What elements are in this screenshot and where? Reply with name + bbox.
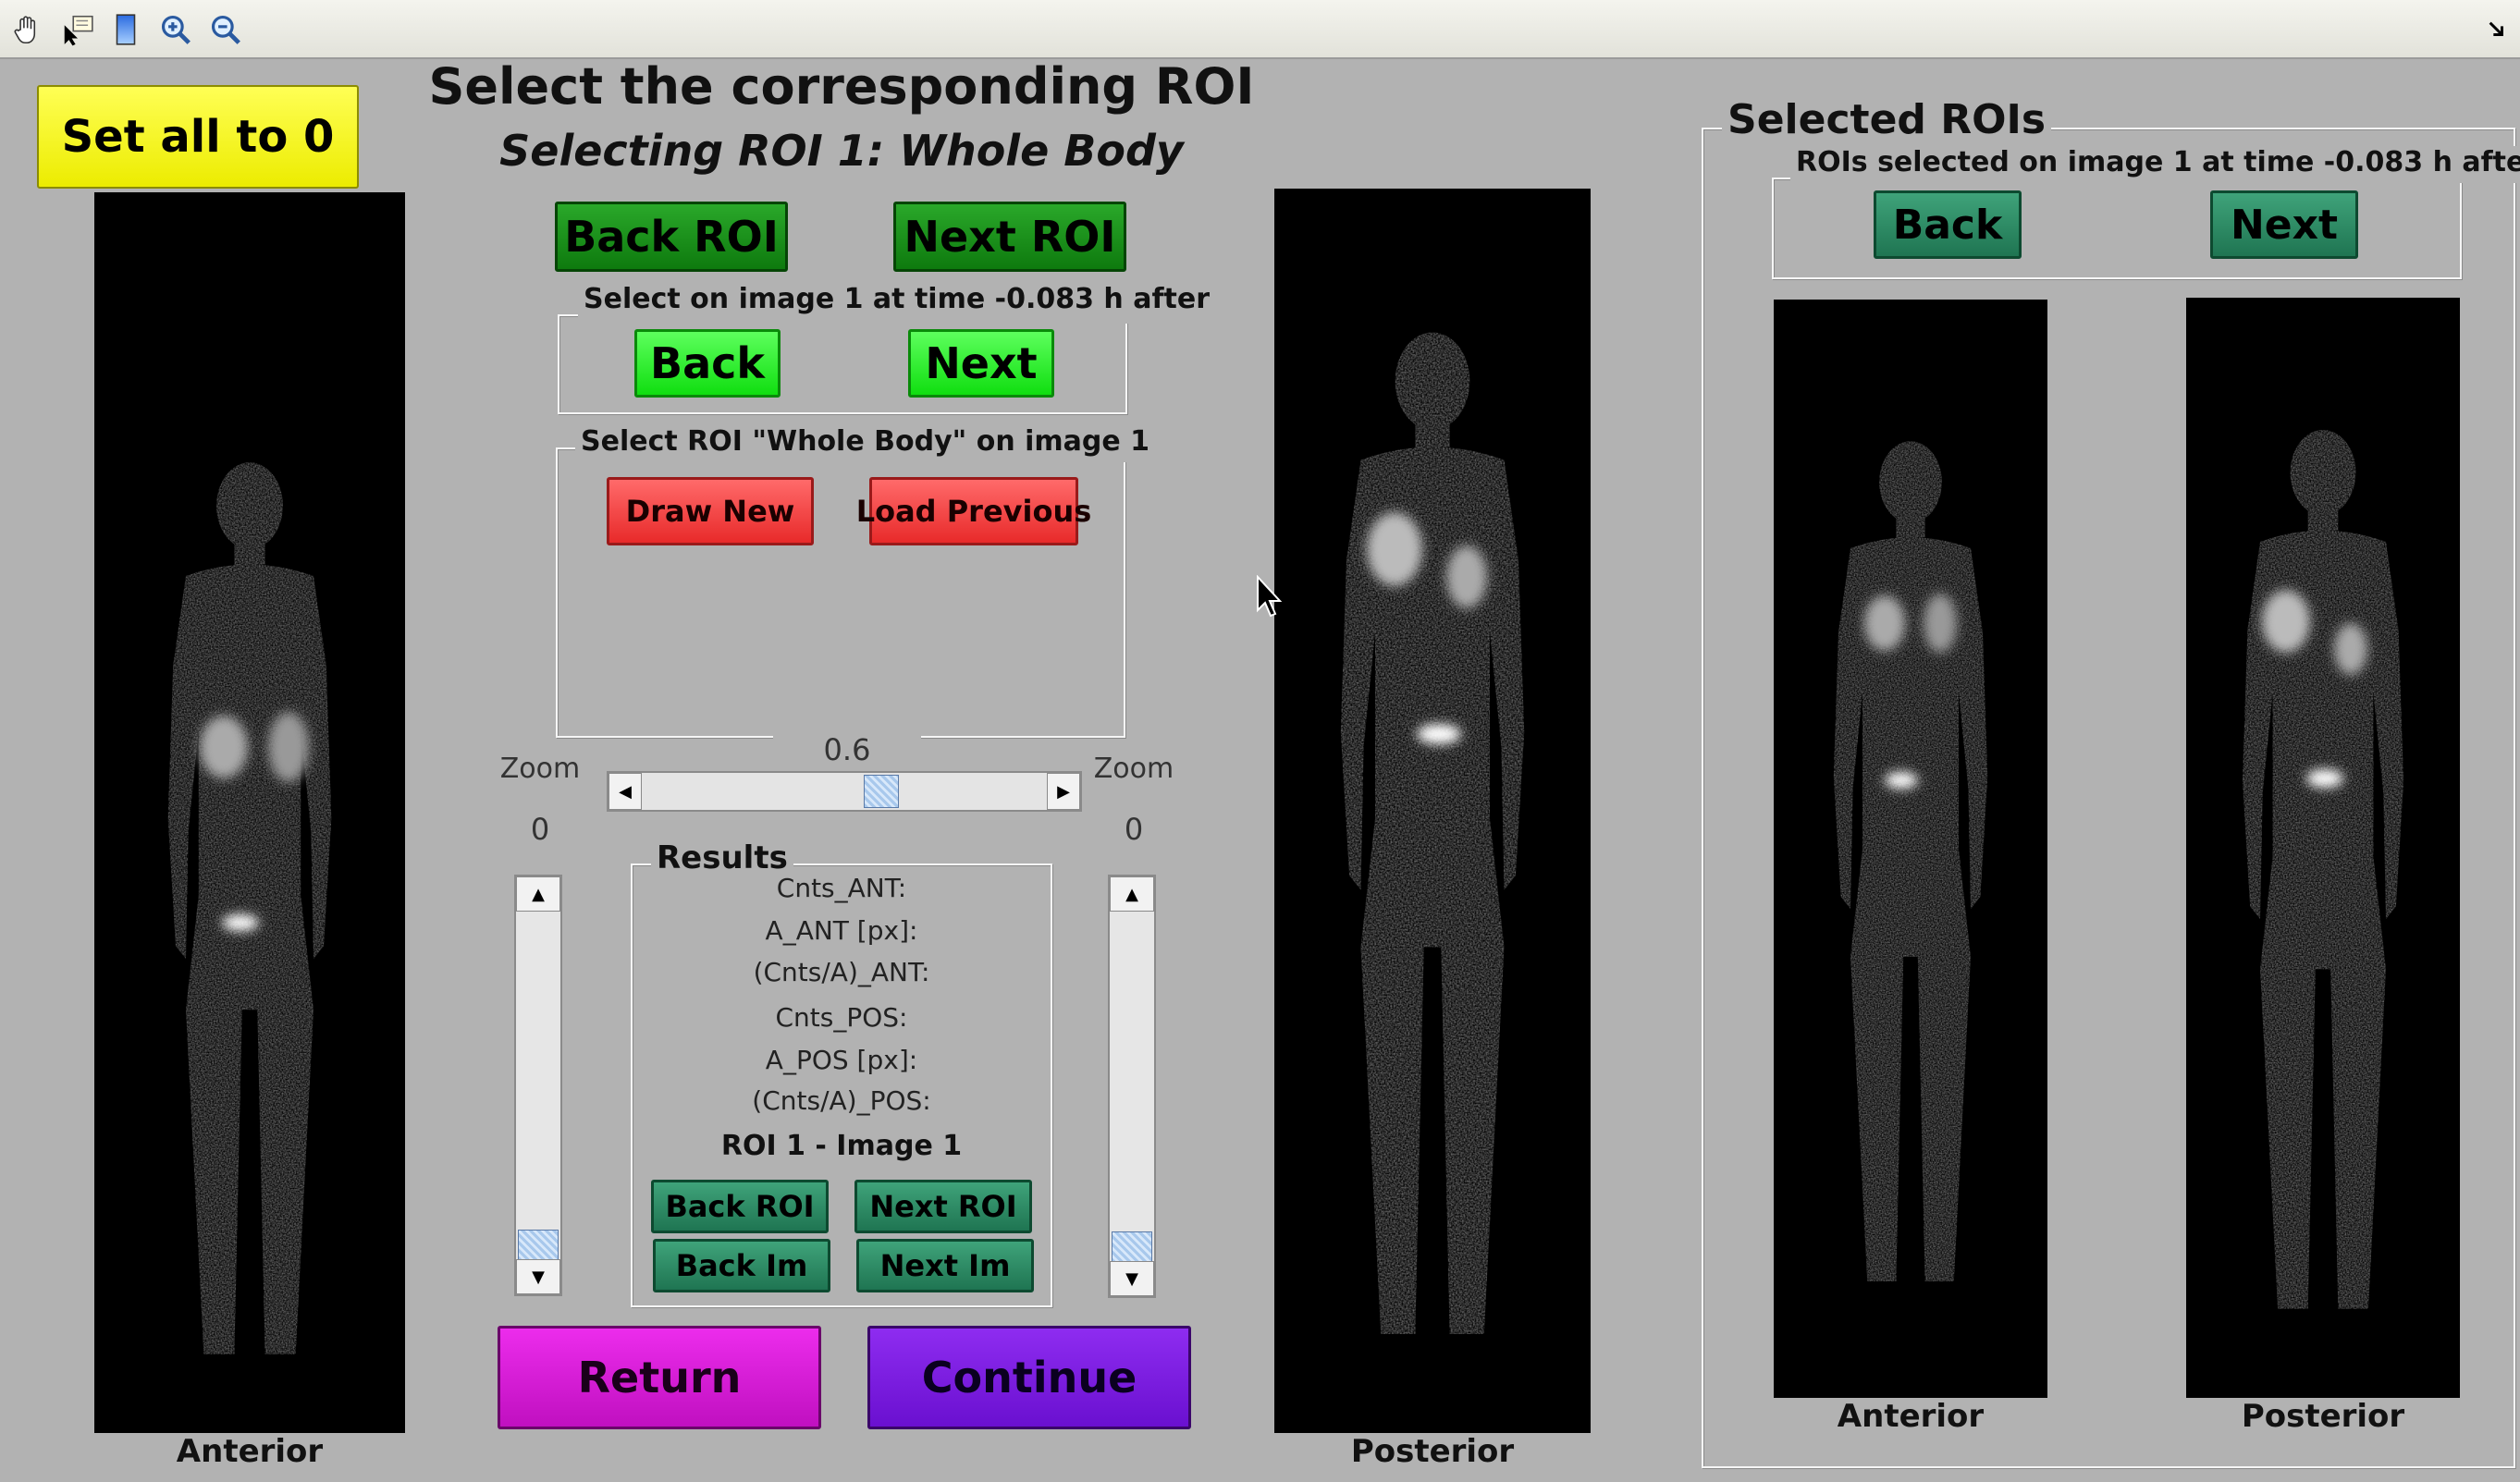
anterior-caption: Anterior [176, 1433, 324, 1470]
roi-select-legend: Select ROI "Whole Body" on image 1 [575, 425, 1156, 462]
results-next-roi-button[interactable]: Next ROI [854, 1180, 1032, 1233]
zoom-right-down-arrow-icon[interactable]: ▼ [1110, 1261, 1154, 1296]
colorbar-icon[interactable] [104, 7, 148, 52]
results-roi-label: ROI 1 - Image 1 [720, 1130, 963, 1162]
result-area-ant: A_ANT [px]: [765, 915, 918, 946]
selected-rois-legend: Selected ROIs [1722, 96, 2052, 146]
contrast-slider[interactable]: ◀ ▶ [607, 771, 1082, 812]
hand-pan-icon[interactable] [6, 7, 50, 52]
figure-toolbar [0, 0, 2520, 59]
selected-posterior-body-scan [2186, 298, 2460, 1398]
selected-next-button[interactable]: Next [2210, 190, 2358, 259]
zoom-right-value: 0 [1124, 812, 1144, 847]
back-roi-button[interactable]: Back ROI [555, 202, 788, 272]
selected-posterior-image[interactable] [2186, 298, 2460, 1398]
dock-arrow-icon[interactable] [2475, 7, 2519, 52]
results-back-roi-button[interactable]: Back ROI [651, 1180, 829, 1233]
zoom-right-scrollbar[interactable]: ▲ ▼ [1108, 875, 1156, 1298]
posterior-body-scan [1274, 189, 1591, 1433]
page-title: Select the corresponding ROI [428, 57, 1255, 116]
selected-anterior-image[interactable] [1774, 300, 2047, 1398]
next-roi-button[interactable]: Next ROI [893, 202, 1126, 272]
zoom-right-label: Zoom [1093, 753, 1174, 785]
slider-value: 0.6 [773, 732, 921, 771]
results-back-image-button[interactable]: Back Im [653, 1239, 830, 1292]
slider-right-arrow-icon[interactable]: ▶ [1047, 773, 1080, 810]
draw-new-button[interactable]: Draw New [607, 477, 814, 545]
selected-posterior-caption: Posterior [2241, 1398, 2405, 1435]
results-legend: Results [651, 839, 793, 876]
return-button[interactable]: Return [498, 1326, 821, 1429]
result-cnts-pos: Cnts_POS: [775, 1002, 908, 1033]
zoom-left-label: Zoom [499, 753, 581, 785]
data-cursor-icon[interactable] [55, 7, 100, 52]
selected-image-legend: ROIs selected on image 1 at time -0.083 … [1790, 146, 2520, 183]
anterior-image[interactable] [94, 192, 405, 1433]
image-next-button[interactable]: Next [908, 329, 1054, 398]
load-previous-button[interactable]: Load Previous [856, 477, 1091, 545]
zoom-left-thumb[interactable] [518, 1230, 559, 1261]
zoom-left-up-arrow-icon[interactable]: ▲ [516, 876, 560, 912]
result-cnts-ant: Cnts_ANT: [776, 873, 907, 903]
continue-button[interactable]: Continue [867, 1326, 1191, 1429]
zoom-right-up-arrow-icon[interactable]: ▲ [1110, 876, 1154, 912]
set-all-to-zero-button[interactable]: Set all to 0 [37, 85, 359, 189]
zoom-left-down-arrow-icon[interactable]: ▼ [516, 1259, 560, 1294]
result-ratio-pos: (Cnts/A)_POS: [752, 1085, 931, 1116]
mouse-cursor-icon [1256, 574, 1284, 619]
posterior-caption: Posterior [1350, 1433, 1515, 1470]
image-select-legend: Select on image 1 at time -0.083 h after [578, 283, 1216, 324]
zoom-left-value: 0 [530, 812, 550, 847]
results-next-image-button[interactable]: Next Im [856, 1239, 1034, 1292]
selected-anterior-caption: Anterior [1837, 1398, 1985, 1435]
anterior-body-scan [94, 192, 405, 1433]
result-area-pos: A_POS [px]: [765, 1045, 918, 1075]
image-back-button[interactable]: Back [634, 329, 781, 398]
slider-left-arrow-icon[interactable]: ◀ [608, 773, 642, 810]
selected-anterior-body-scan [1774, 300, 2047, 1398]
slider-thumb[interactable] [864, 775, 899, 808]
zoom-left-scrollbar[interactable]: ▲ ▼ [514, 875, 562, 1296]
zoom-out-icon[interactable] [203, 7, 248, 52]
posterior-image[interactable] [1274, 189, 1591, 1433]
selected-back-button[interactable]: Back [1874, 190, 2022, 259]
result-ratio-ant: (Cnts/A)_ANT: [753, 957, 930, 987]
page-subtitle: Selecting ROI 1: Whole Body [499, 126, 1184, 176]
zoom-right-thumb[interactable] [1112, 1231, 1152, 1263]
zoom-in-icon[interactable] [154, 7, 198, 52]
